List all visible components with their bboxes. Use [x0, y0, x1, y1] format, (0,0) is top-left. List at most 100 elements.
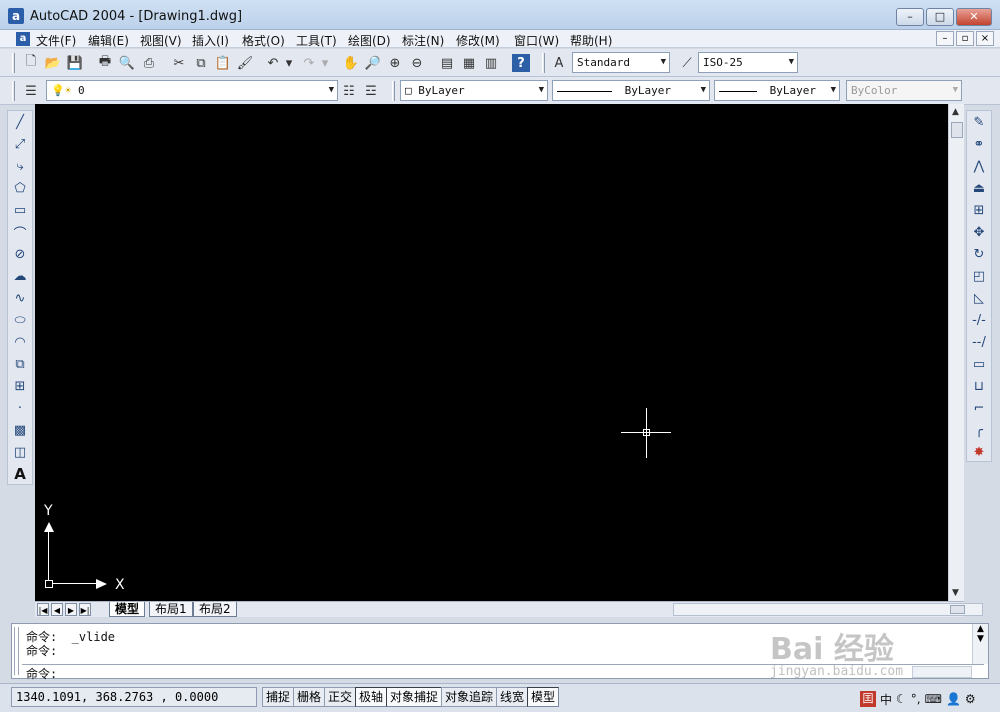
model-toggle[interactable]: 模型: [527, 687, 560, 707]
fillet-icon[interactable]: ╭: [968, 419, 990, 441]
tab-layout2[interactable]: 布局2: [193, 602, 237, 617]
stretch-icon[interactable]: ◺: [968, 287, 990, 309]
zoom-window-icon[interactable]: ⊕: [386, 54, 404, 72]
rotate-icon[interactable]: ↻: [968, 243, 990, 265]
tab-layout1[interactable]: 布局1: [149, 602, 193, 617]
toolbar-grip[interactable]: [542, 53, 545, 73]
osnap-toggle[interactable]: 对象捕捉: [386, 687, 443, 707]
point-icon[interactable]: ·: [9, 397, 31, 419]
menu-help[interactable]: 帮助(H): [570, 32, 612, 49]
multiline-text-icon[interactable]: A: [9, 463, 31, 485]
autocad-app-icon[interactable]: a: [8, 8, 24, 24]
horizontal-scrollbar[interactable]: [673, 603, 983, 616]
command-scrollbar[interactable]: ▲ ▼: [972, 624, 988, 664]
erase-icon[interactable]: ✎: [968, 111, 990, 133]
menu-window[interactable]: 窗口(W): [514, 32, 559, 49]
doc-restore-button[interactable]: ▫: [956, 31, 974, 46]
trim-icon[interactable]: -/-: [968, 309, 990, 331]
cut-icon[interactable]: ✂: [170, 54, 188, 72]
extend-icon[interactable]: --/: [968, 331, 990, 353]
tab-model[interactable]: 模型: [109, 602, 146, 617]
zoom-realtime-icon[interactable]: 🔎: [364, 54, 382, 72]
layer-manager-icon[interactable]: ☰: [22, 82, 40, 100]
otrack-toggle[interactable]: 对象追踪: [441, 687, 498, 707]
break-icon[interactable]: ▭: [968, 353, 990, 375]
doc-close-button[interactable]: ×: [976, 31, 994, 46]
user-icon[interactable]: 👤: [946, 692, 961, 706]
line-icon[interactable]: ╱: [9, 111, 31, 133]
layer-select[interactable]: 💡☀ 0 ▼: [46, 80, 338, 101]
drawing-area[interactable]: [35, 104, 948, 601]
make-block-icon[interactable]: ⊞: [9, 375, 31, 397]
scroll-down-icon[interactable]: ▼: [952, 588, 959, 598]
dim-style-select[interactable]: ISO-25 ▼: [698, 52, 798, 73]
lineweight-toggle[interactable]: 线宽: [496, 687, 529, 707]
scale-icon[interactable]: ◰: [968, 265, 990, 287]
next-tab-icon[interactable]: ▶: [65, 603, 77, 616]
explode-icon[interactable]: ✸: [968, 441, 990, 463]
revision-cloud-icon[interactable]: ☁: [9, 265, 31, 287]
scroll-thumb[interactable]: [951, 122, 963, 138]
match-properties-icon[interactable]: 🖌: [236, 54, 254, 72]
menu-edit[interactable]: 编辑(E): [88, 32, 129, 49]
make-object-layer-current-icon[interactable]: ☷: [340, 82, 358, 100]
ellipse-icon[interactable]: ⬭: [9, 309, 31, 331]
close-button[interactable]: ✕: [956, 8, 992, 26]
region-icon[interactable]: ◫: [9, 441, 31, 463]
minimize-button[interactable]: –: [896, 8, 924, 26]
publish-icon[interactable]: ⎙: [140, 54, 158, 72]
mirror-icon[interactable]: ⋀: [968, 155, 990, 177]
spline-icon[interactable]: ∿: [9, 287, 31, 309]
settings-icon[interactable]: ⚙: [965, 692, 976, 706]
menu-draw[interactable]: 绘图(D): [348, 32, 391, 49]
zoom-previous-icon[interactable]: ⊖: [408, 54, 426, 72]
rectangle-icon[interactable]: ▭: [9, 199, 31, 221]
ime-icon[interactable]: 囯: [860, 691, 876, 707]
command-prompt[interactable]: 命令:: [26, 665, 57, 682]
menu-dimension[interactable]: 标注(N): [402, 32, 444, 49]
ellipse-arc-icon[interactable]: ◠: [9, 331, 31, 353]
text-style-select[interactable]: Standard ▼: [572, 52, 670, 73]
maximize-button[interactable]: □: [926, 8, 954, 26]
design-center-icon[interactable]: ▦: [460, 54, 478, 72]
redo-icon[interactable]: ↷: [300, 54, 318, 72]
insert-block-icon[interactable]: ⧉: [9, 353, 31, 375]
redo-dropdown-icon[interactable]: ▾: [320, 54, 330, 72]
moon-icon[interactable]: ☾: [896, 692, 907, 706]
coordinate-display[interactable]: 1340.1091, 368.2763 , 0.0000: [11, 687, 257, 707]
toolbar-grip[interactable]: [392, 81, 395, 101]
plot-style-select[interactable]: ByColor ▼: [846, 80, 962, 101]
grid-toggle[interactable]: 栅格: [293, 687, 326, 707]
command-hscrollbar[interactable]: [912, 666, 972, 678]
undo-dropdown-icon[interactable]: ▾: [284, 54, 294, 72]
layer-previous-icon[interactable]: ☲: [362, 82, 380, 100]
properties-icon[interactable]: ▤: [438, 54, 456, 72]
vertical-scrollbar[interactable]: ▲ ▼: [948, 104, 964, 601]
save-icon[interactable]: 💾: [66, 54, 84, 72]
first-tab-icon[interactable]: |◀: [37, 603, 49, 616]
ime-language[interactable]: 中: [880, 691, 892, 708]
lineweight-select[interactable]: ByLayer ▼: [714, 80, 840, 101]
polygon-icon[interactable]: ⬠: [9, 177, 31, 199]
menu-view[interactable]: 视图(V): [140, 32, 182, 49]
polar-toggle[interactable]: 极轴: [355, 687, 388, 707]
arc-icon[interactable]: ⌒: [9, 221, 31, 243]
tool-palettes-icon[interactable]: ▥: [482, 54, 500, 72]
linetype-select[interactable]: ByLayer ▼: [552, 80, 710, 101]
menu-file[interactable]: 文件(F): [36, 32, 76, 49]
menu-format[interactable]: 格式(O): [242, 32, 285, 49]
prev-tab-icon[interactable]: ◀: [51, 603, 63, 616]
copy-icon[interactable]: ⧉: [192, 54, 210, 72]
plot-preview-icon[interactable]: 🔍: [118, 54, 136, 72]
plot-icon[interactable]: 🖶: [96, 54, 114, 72]
chamfer-icon[interactable]: ⌐: [968, 397, 990, 419]
move-icon[interactable]: ✥: [968, 221, 990, 243]
dim-style-icon[interactable]: ⟋: [678, 54, 696, 72]
command-window-grip[interactable]: [14, 627, 19, 675]
polyline-icon[interactable]: ⤷: [9, 155, 31, 177]
circle-icon[interactable]: ⊘: [9, 243, 31, 265]
scroll-up-icon[interactable]: ▲: [952, 107, 959, 117]
toolbar-grip[interactable]: [12, 53, 15, 73]
scroll-thumb[interactable]: [950, 605, 965, 614]
doc-minimize-button[interactable]: –: [936, 31, 954, 46]
